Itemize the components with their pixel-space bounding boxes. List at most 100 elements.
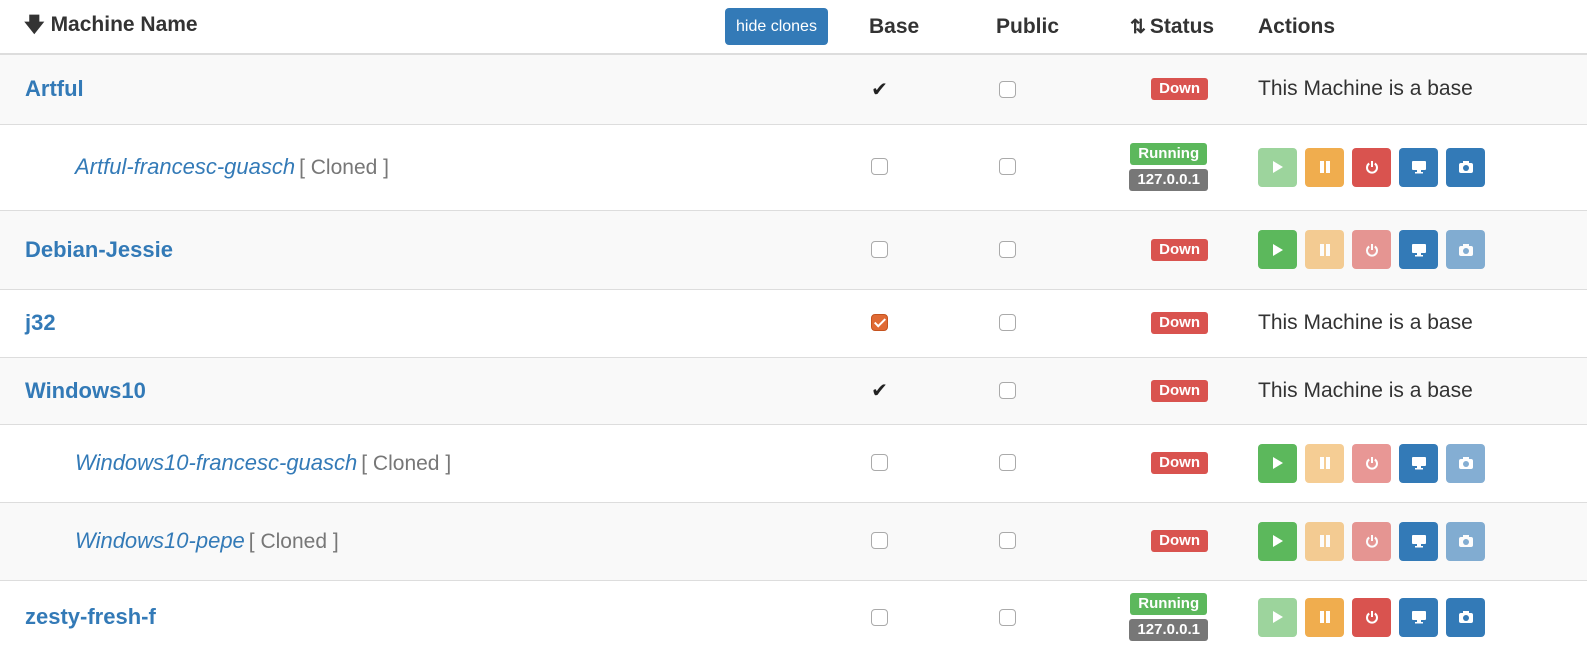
base-header: Base bbox=[869, 0, 996, 55]
public-cell bbox=[996, 209, 1106, 289]
base-cell bbox=[869, 501, 996, 580]
machine-name-cell: Artful-francesc-guasch[ Cloned ] bbox=[0, 123, 869, 210]
arrow-down-icon: 🡇 bbox=[24, 13, 45, 36]
machine-name-cell: Debian-Jessie bbox=[0, 209, 869, 289]
start-button[interactable] bbox=[1258, 147, 1297, 187]
public-checkbox[interactable] bbox=[999, 608, 1016, 626]
machine-name-cell: zesty-fresh-f bbox=[0, 579, 869, 654]
base-note: This Machine is a base bbox=[1258, 378, 1473, 402]
screenshot-button[interactable] bbox=[1446, 597, 1485, 637]
start-button[interactable] bbox=[1258, 230, 1297, 269]
start-button[interactable] bbox=[1258, 521, 1297, 561]
view-button[interactable] bbox=[1399, 521, 1438, 561]
view-button[interactable] bbox=[1399, 147, 1438, 187]
actions-cell bbox=[1234, 501, 1587, 580]
machine-name-header-label: Machine Name bbox=[50, 12, 198, 36]
machine-name-link[interactable]: Artful bbox=[25, 76, 84, 101]
status-header-label: Status bbox=[1149, 14, 1215, 38]
shutdown-button[interactable] bbox=[1352, 521, 1391, 561]
machine-row: Artful ✔ Down This Machine is a base bbox=[0, 53, 1587, 124]
shutdown-button[interactable] bbox=[1352, 443, 1391, 483]
base-note: This Machine is a base bbox=[1258, 77, 1473, 101]
public-cell bbox=[996, 423, 1106, 502]
machine-row: j32 Down This Machine is a base bbox=[0, 288, 1587, 357]
shutdown-button[interactable] bbox=[1352, 230, 1391, 269]
start-button[interactable] bbox=[1258, 443, 1297, 483]
pause-button[interactable] bbox=[1305, 230, 1344, 269]
machines-table: 🡇 Machine Name hide clones Base Public ⇅ S… bbox=[0, 0, 1587, 654]
public-cell bbox=[996, 53, 1106, 124]
machine-name-header[interactable]: 🡇 Machine Name hide clones bbox=[0, 0, 869, 55]
public-cell bbox=[996, 501, 1106, 580]
public-checkbox[interactable] bbox=[999, 532, 1016, 550]
header-row: 🡇 Machine Name hide clones Base Public ⇅ S… bbox=[0, 0, 1587, 55]
screenshot-button[interactable] bbox=[1446, 230, 1485, 269]
view-button[interactable] bbox=[1399, 443, 1438, 483]
public-checkbox[interactable] bbox=[999, 314, 1016, 332]
ip-badge: 127.0.0.1 bbox=[1129, 619, 1208, 642]
pause-button[interactable] bbox=[1305, 521, 1344, 561]
base-checkbox[interactable] bbox=[871, 158, 888, 176]
machine-name-link[interactable]: Windows10 bbox=[25, 378, 146, 403]
shutdown-button[interactable] bbox=[1352, 147, 1391, 187]
status-badge: Down bbox=[1151, 379, 1208, 402]
public-checkbox[interactable] bbox=[999, 240, 1016, 258]
machine-name-link[interactable]: Artful-francesc-guasch bbox=[75, 154, 295, 179]
status-badge: Down bbox=[1151, 452, 1208, 474]
machine-name-cell: Artful bbox=[0, 53, 869, 124]
screenshot-button[interactable] bbox=[1446, 443, 1485, 483]
screenshot-button[interactable] bbox=[1446, 147, 1485, 187]
public-checkbox[interactable] bbox=[999, 381, 1016, 399]
actions-cell: This Machine is a base bbox=[1234, 53, 1587, 124]
pause-button[interactable] bbox=[1305, 597, 1344, 637]
actions-cell bbox=[1234, 209, 1587, 289]
base-checkbox[interactable] bbox=[871, 608, 888, 626]
base-checkbox[interactable] bbox=[871, 240, 888, 258]
public-checkbox[interactable] bbox=[999, 80, 1016, 98]
actions-cell: This Machine is a base bbox=[1234, 356, 1587, 424]
base-cell bbox=[869, 288, 996, 357]
machine-row: Windows10-francesc-guasch[ Cloned ] Down bbox=[0, 423, 1587, 502]
status-cell: Running 127.0.0.1 bbox=[1106, 579, 1234, 654]
base-cell: ✔ bbox=[869, 53, 996, 124]
status-badge: Down bbox=[1151, 312, 1208, 334]
machine-name-link[interactable]: Debian-Jessie bbox=[25, 237, 173, 262]
screenshot-button[interactable] bbox=[1446, 521, 1485, 561]
actions-cell: This Machine is a base bbox=[1234, 288, 1587, 357]
status-badge: Down bbox=[1151, 238, 1208, 261]
base-checkbox[interactable] bbox=[871, 454, 888, 472]
base-checkbox[interactable] bbox=[871, 314, 888, 332]
machine-name-cell: Windows10 bbox=[0, 356, 869, 424]
public-checkbox[interactable] bbox=[999, 454, 1016, 472]
start-button[interactable] bbox=[1258, 597, 1297, 637]
machine-row: Windows10 ✔ Down This Machine is a base bbox=[0, 356, 1587, 424]
status-header[interactable]: ⇅ Status bbox=[1106, 0, 1234, 55]
public-checkbox[interactable] bbox=[999, 158, 1016, 176]
machine-name-cell: Windows10-pepe[ Cloned ] bbox=[0, 501, 869, 580]
machine-name-link[interactable]: zesty-fresh-f bbox=[25, 604, 156, 629]
public-cell bbox=[996, 356, 1106, 424]
machine-name-link[interactable]: Windows10-pepe bbox=[75, 528, 245, 553]
pause-button[interactable] bbox=[1305, 443, 1344, 483]
status-cell: Down bbox=[1106, 356, 1234, 424]
view-button[interactable] bbox=[1399, 597, 1438, 637]
base-cell bbox=[869, 209, 996, 289]
status-cell: Running 127.0.0.1 bbox=[1106, 123, 1234, 210]
status-badge: Running bbox=[1130, 143, 1208, 165]
status-cell: Down bbox=[1106, 53, 1234, 124]
view-button[interactable] bbox=[1399, 230, 1438, 269]
pause-button[interactable] bbox=[1305, 147, 1344, 187]
status-badge: Down bbox=[1151, 530, 1208, 552]
machine-row: zesty-fresh-f Running 127.0.0.1 bbox=[0, 579, 1587, 654]
machine-row: Debian-Jessie Down bbox=[0, 209, 1587, 289]
public-cell bbox=[996, 123, 1106, 210]
hide-clones-button[interactable]: hide clones bbox=[725, 8, 828, 45]
cloned-tag: [ Cloned ] bbox=[299, 156, 389, 179]
machine-name-link[interactable]: Windows10-francesc-guasch bbox=[75, 450, 357, 475]
machine-name-link[interactable]: j32 bbox=[25, 310, 56, 335]
shutdown-button[interactable] bbox=[1352, 597, 1391, 637]
status-badge: Down bbox=[1151, 78, 1208, 101]
machine-row: Windows10-pepe[ Cloned ] Down bbox=[0, 501, 1587, 580]
base-cell bbox=[869, 579, 996, 654]
base-checkbox[interactable] bbox=[871, 532, 888, 550]
